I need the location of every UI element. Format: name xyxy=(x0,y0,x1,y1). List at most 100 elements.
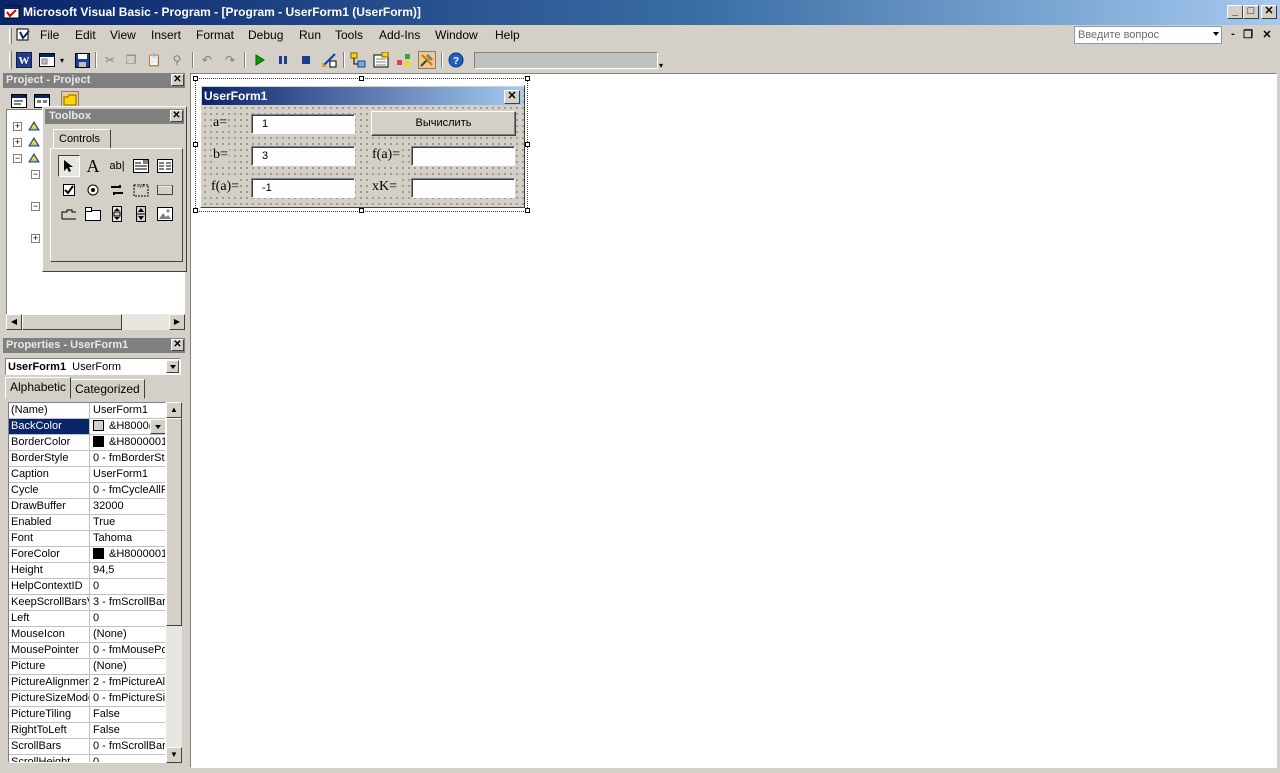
label-fa-right[interactable]: f(a)= xyxy=(371,147,402,163)
close-button[interactable]: ✕ xyxy=(1261,5,1277,19)
object-browser-icon[interactable] xyxy=(395,51,413,69)
maximize-button[interactable]: □ xyxy=(1243,5,1259,19)
minimize-button[interactable]: _ xyxy=(1227,5,1243,19)
property-name[interactable]: BorderColor xyxy=(9,435,90,450)
project-horizontal-scrollbar[interactable]: ◀ ▶ xyxy=(6,314,185,330)
menu-grip[interactable] xyxy=(9,28,12,44)
property-value[interactable]: False xyxy=(91,723,165,738)
properties-vertical-scrollbar[interactable]: ▲ ▼ xyxy=(166,402,182,763)
property-value[interactable]: 3 - fmScrollBar xyxy=(91,595,165,610)
tree-collapse-icon[interactable]: − xyxy=(31,202,40,211)
checkbox-tool[interactable] xyxy=(58,179,80,201)
property-name[interactable]: Enabled xyxy=(9,515,90,530)
property-value[interactable]: 0 - fmMousePo xyxy=(91,643,165,658)
resize-handle[interactable] xyxy=(359,76,364,81)
property-row[interactable]: Picture (None) xyxy=(9,659,165,675)
property-name[interactable]: ForeColor xyxy=(9,547,90,562)
resize-handle[interactable] xyxy=(193,76,198,81)
menu-add-ins[interactable]: Add-Ins xyxy=(379,28,420,42)
property-name[interactable]: ScrollHeight xyxy=(9,755,90,762)
label-b[interactable]: b= xyxy=(212,147,229,163)
menu-edit[interactable]: Edit xyxy=(75,28,96,42)
menu-insert[interactable]: Insert xyxy=(151,28,181,42)
object-selector-arrow-icon[interactable] xyxy=(166,360,179,373)
toolbar-grip[interactable] xyxy=(9,51,12,69)
label-a[interactable]: a= xyxy=(212,115,229,131)
property-name[interactable]: MouseIcon xyxy=(9,627,90,642)
scroll-up-button[interactable]: ▲ xyxy=(166,402,182,418)
property-row[interactable]: PictureAlignment 2 - fmPictureAl xyxy=(9,675,165,691)
property-name[interactable]: KeepScrollBarsVi xyxy=(9,595,90,610)
toolbox-icon[interactable] xyxy=(418,51,436,69)
label-tool[interactable]: A xyxy=(82,155,104,177)
property-value[interactable]: Tahoma xyxy=(91,531,165,546)
property-value[interactable]: UserForm1 xyxy=(91,467,165,482)
property-value[interactable]: 94,5 xyxy=(91,563,165,578)
property-row[interactable]: KeepScrollBarsVi 3 - fmScrollBar xyxy=(9,595,165,611)
menu-view[interactable]: View xyxy=(110,28,136,42)
resize-handle[interactable] xyxy=(525,142,530,147)
textbox-tool[interactable]: ab| xyxy=(106,155,128,177)
property-row[interactable]: RightToLeft False xyxy=(9,723,165,739)
property-row[interactable]: PictureSizeMode 0 - fmPictureSi xyxy=(9,691,165,707)
property-name[interactable]: PictureTiling xyxy=(9,707,90,722)
ask-question-box[interactable]: Введите вопрос xyxy=(1074,26,1222,44)
scroll-thumb[interactable] xyxy=(166,418,182,626)
resize-handle[interactable] xyxy=(525,208,530,213)
spinbutton-tool[interactable] xyxy=(130,203,152,225)
property-row[interactable]: ScrollBars 0 - fmScrollBar xyxy=(9,739,165,755)
property-value[interactable]: &H8000001 xyxy=(91,435,165,450)
property-value[interactable]: &H8000001 xyxy=(91,547,165,562)
menu-tools[interactable]: Tools xyxy=(335,28,363,42)
mdi-restore-button[interactable]: ❐ xyxy=(1242,28,1254,41)
menu-run[interactable]: Run xyxy=(299,28,321,42)
property-row[interactable]: ScrollHeight 0 xyxy=(9,755,165,762)
property-row[interactable]: HelpContextID 0 xyxy=(9,579,165,595)
combobox-tool[interactable] xyxy=(130,155,152,177)
property-row[interactable]: MouseIcon (None) xyxy=(9,627,165,643)
property-value[interactable]: 2 - fmPictureAl xyxy=(91,675,165,690)
property-value[interactable]: 0 - fmScrollBar xyxy=(91,739,165,754)
property-row[interactable]: Left 0 xyxy=(9,611,165,627)
property-name[interactable]: Left xyxy=(9,611,90,626)
property-value[interactable]: True xyxy=(91,515,165,530)
property-name[interactable]: PictureAlignment xyxy=(9,675,90,690)
project-explorer-icon[interactable] xyxy=(349,51,367,69)
resize-handle[interactable] xyxy=(193,142,198,147)
cut-icon[interactable]: ✂ xyxy=(101,51,119,69)
listbox-tool[interactable] xyxy=(154,155,176,177)
project-pane-close-button[interactable]: ✕ xyxy=(171,74,184,86)
property-value[interactable]: (None) xyxy=(91,627,165,642)
mdi-close-button[interactable]: ✕ xyxy=(1261,28,1273,41)
tabstrip-tool[interactable] xyxy=(58,203,80,225)
resize-handle[interactable] xyxy=(359,208,364,213)
menu-debug[interactable]: Debug xyxy=(248,28,283,42)
userform-canvas[interactable]: UserForm1 ✕ a= 1 Вычислить b= 3 f(a)= f(… xyxy=(200,85,525,208)
calculate-button[interactable]: Вычислить xyxy=(371,111,516,136)
property-name[interactable]: RightToLeft xyxy=(9,723,90,738)
property-value[interactable]: 0 - fmBorderSt xyxy=(91,451,165,466)
property-row[interactable]: ForeColor &H8000001 xyxy=(9,547,165,563)
togglebutton-tool[interactable] xyxy=(106,179,128,201)
tree-expand-icon[interactable]: + xyxy=(13,138,22,147)
property-row[interactable]: BorderStyle 0 - fmBorderSt xyxy=(9,451,165,467)
resize-handle[interactable] xyxy=(193,208,198,213)
scroll-down-button[interactable]: ▼ xyxy=(166,747,182,763)
property-row[interactable]: MousePointer 0 - fmMousePo xyxy=(9,643,165,659)
view-code-icon[interactable] xyxy=(10,92,28,110)
property-value[interactable]: (None) xyxy=(91,659,165,674)
textbox-b[interactable]: 3 xyxy=(251,146,355,166)
mdi-minimize-button[interactable]: - xyxy=(1227,28,1239,40)
object-selector-dropdown[interactable]: UserForm1 UserForm xyxy=(5,358,181,375)
toolbar-options-chevron-icon[interactable]: ▾ xyxy=(659,61,663,70)
property-name[interactable]: ScrollBars xyxy=(9,739,90,754)
property-name[interactable]: HelpContextID xyxy=(9,579,90,594)
property-name[interactable]: Height xyxy=(9,563,90,578)
property-value[interactable]: 0 xyxy=(91,611,165,626)
property-row[interactable]: (Name) UserForm1 xyxy=(9,403,165,419)
save-icon[interactable] xyxy=(73,51,91,69)
textbox-xk[interactable] xyxy=(411,178,515,198)
find-icon[interactable]: ⚲ xyxy=(168,51,186,69)
scroll-right-button[interactable]: ▶ xyxy=(169,314,185,330)
reset-icon[interactable] xyxy=(297,51,315,69)
